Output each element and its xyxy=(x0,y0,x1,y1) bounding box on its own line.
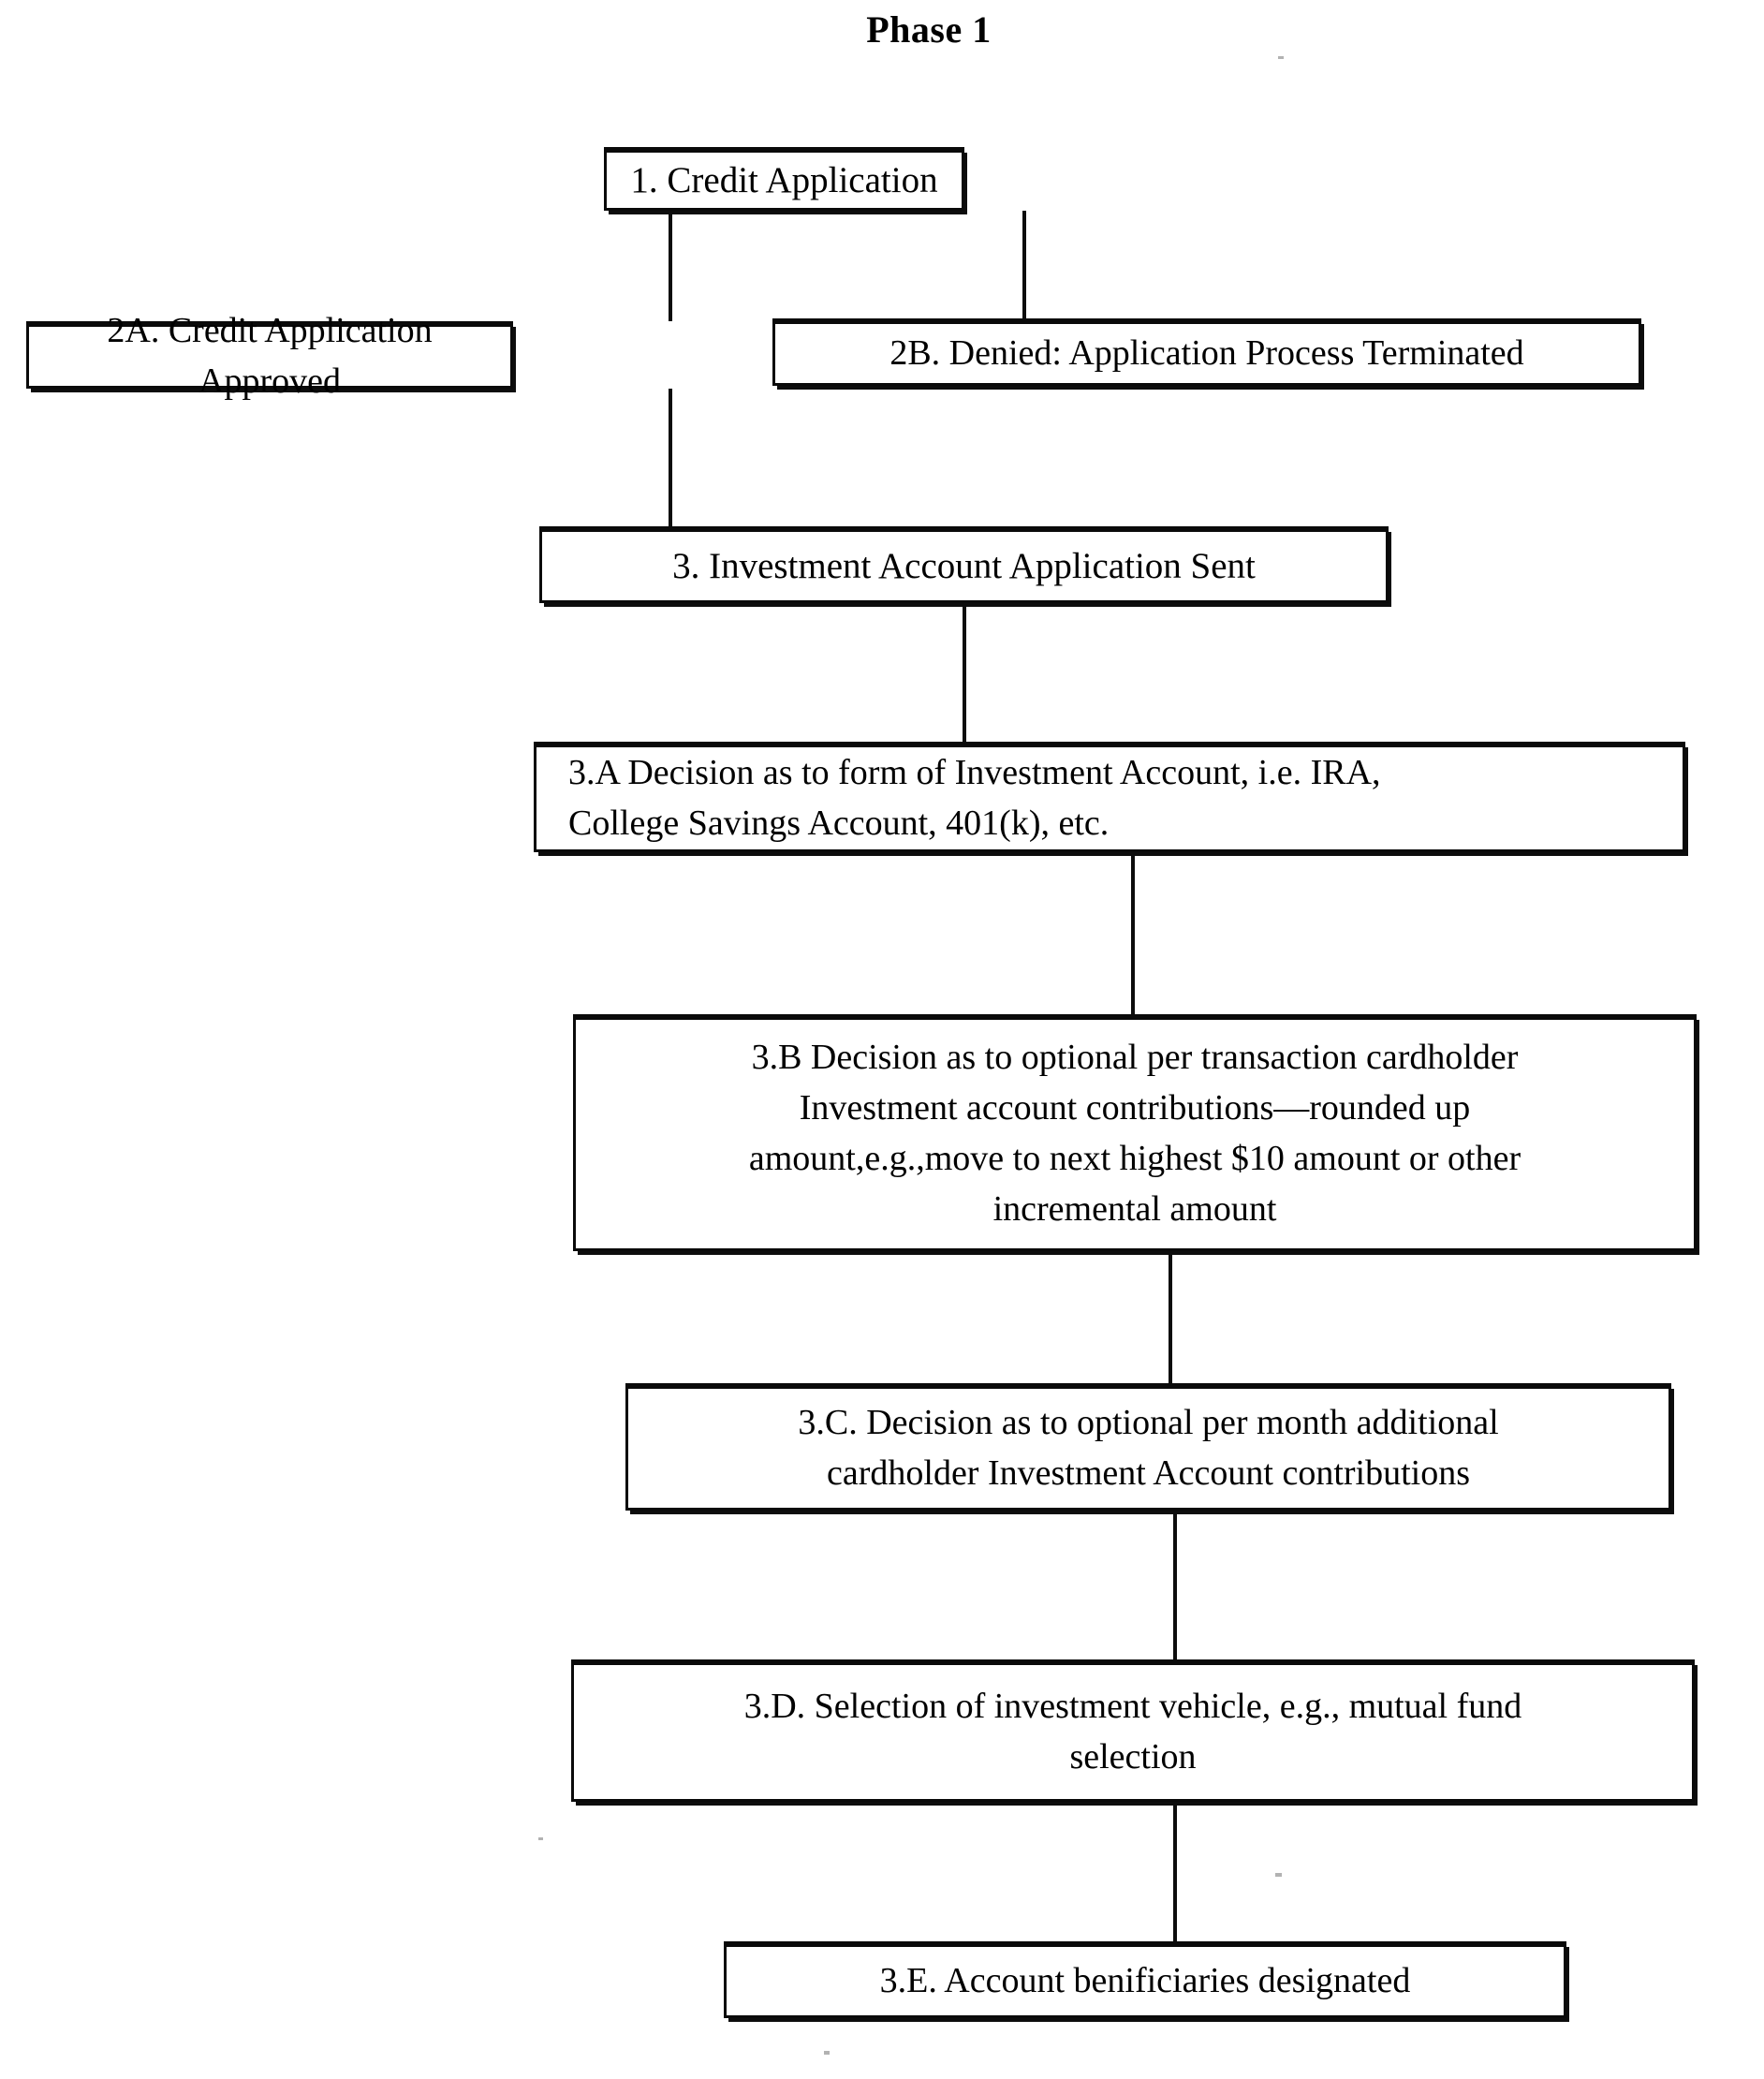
flowchart-canvas: Phase 1 1. Credit Application 2A. Credit… xyxy=(0,0,1764,2079)
flow-node-3-label: 3. Investment Account Application Sent xyxy=(672,545,1256,586)
flow-node-3c-label: 3.C. Decision as to optional per month a… xyxy=(798,1402,1499,1493)
flow-node-3b-decision-per-transaction-contributions[interactable]: 3.B Decision as to optional per transact… xyxy=(573,1014,1697,1251)
scan-speck xyxy=(538,1837,543,1840)
flow-node-3e-account-beneficiaries-designated[interactable]: 3.E. Account benificiaries designated xyxy=(724,1941,1566,2018)
flow-node-3b-label: 3.B Decision as to optional per transact… xyxy=(748,1038,1521,1229)
scan-speck xyxy=(1278,56,1284,59)
flow-node-3a-decision-form-of-investment-account[interactable]: 3.A Decision as to form of Investment Ac… xyxy=(534,742,1685,852)
flow-node-3d-label: 3.D. Selection of investment vehicle, e.… xyxy=(743,1686,1522,1777)
connector-1-to-2b xyxy=(1022,211,1026,318)
connector-3c-to-3d xyxy=(1173,1511,1177,1659)
scan-speck xyxy=(1275,1873,1282,1877)
connector-3b-to-3c xyxy=(1169,1251,1172,1383)
flow-node-2a-label: 2A. Credit Application Approved xyxy=(107,310,433,401)
connector-3d-to-3e xyxy=(1173,1802,1177,1941)
page-title: Phase 1 xyxy=(866,8,992,51)
connector-3a-to-3b xyxy=(1131,852,1135,1014)
scan-speck xyxy=(824,2051,830,2055)
flow-node-2b-label: 2B. Denied: Application Process Terminat… xyxy=(889,332,1524,373)
flow-node-3c-decision-per-month-contributions[interactable]: 3.C. Decision as to optional per month a… xyxy=(625,1383,1671,1511)
flow-node-1-credit-application[interactable]: 1. Credit Application xyxy=(604,147,964,211)
connector-3-to-3a xyxy=(963,603,966,742)
flow-node-3a-label: 3.A Decision as to form of Investment Ac… xyxy=(568,752,1381,843)
flow-node-2b-denied-application-process-terminated[interactable]: 2B. Denied: Application Process Terminat… xyxy=(772,318,1641,386)
connector-2a-to-3 xyxy=(669,389,672,526)
flow-node-1-label: 1. Credit Application xyxy=(630,159,938,200)
flow-node-3e-label: 3.E. Account benificiaries designated xyxy=(879,1960,1411,2000)
flow-node-3-investment-account-application-sent[interactable]: 3. Investment Account Application Sent xyxy=(539,526,1389,603)
connector-1-to-2a xyxy=(669,211,672,321)
flow-node-3d-selection-of-investment-vehicle[interactable]: 3.D. Selection of investment vehicle, e.… xyxy=(571,1659,1695,1802)
flow-node-2a-credit-application-approved[interactable]: 2A. Credit Application Approved xyxy=(26,311,513,401)
